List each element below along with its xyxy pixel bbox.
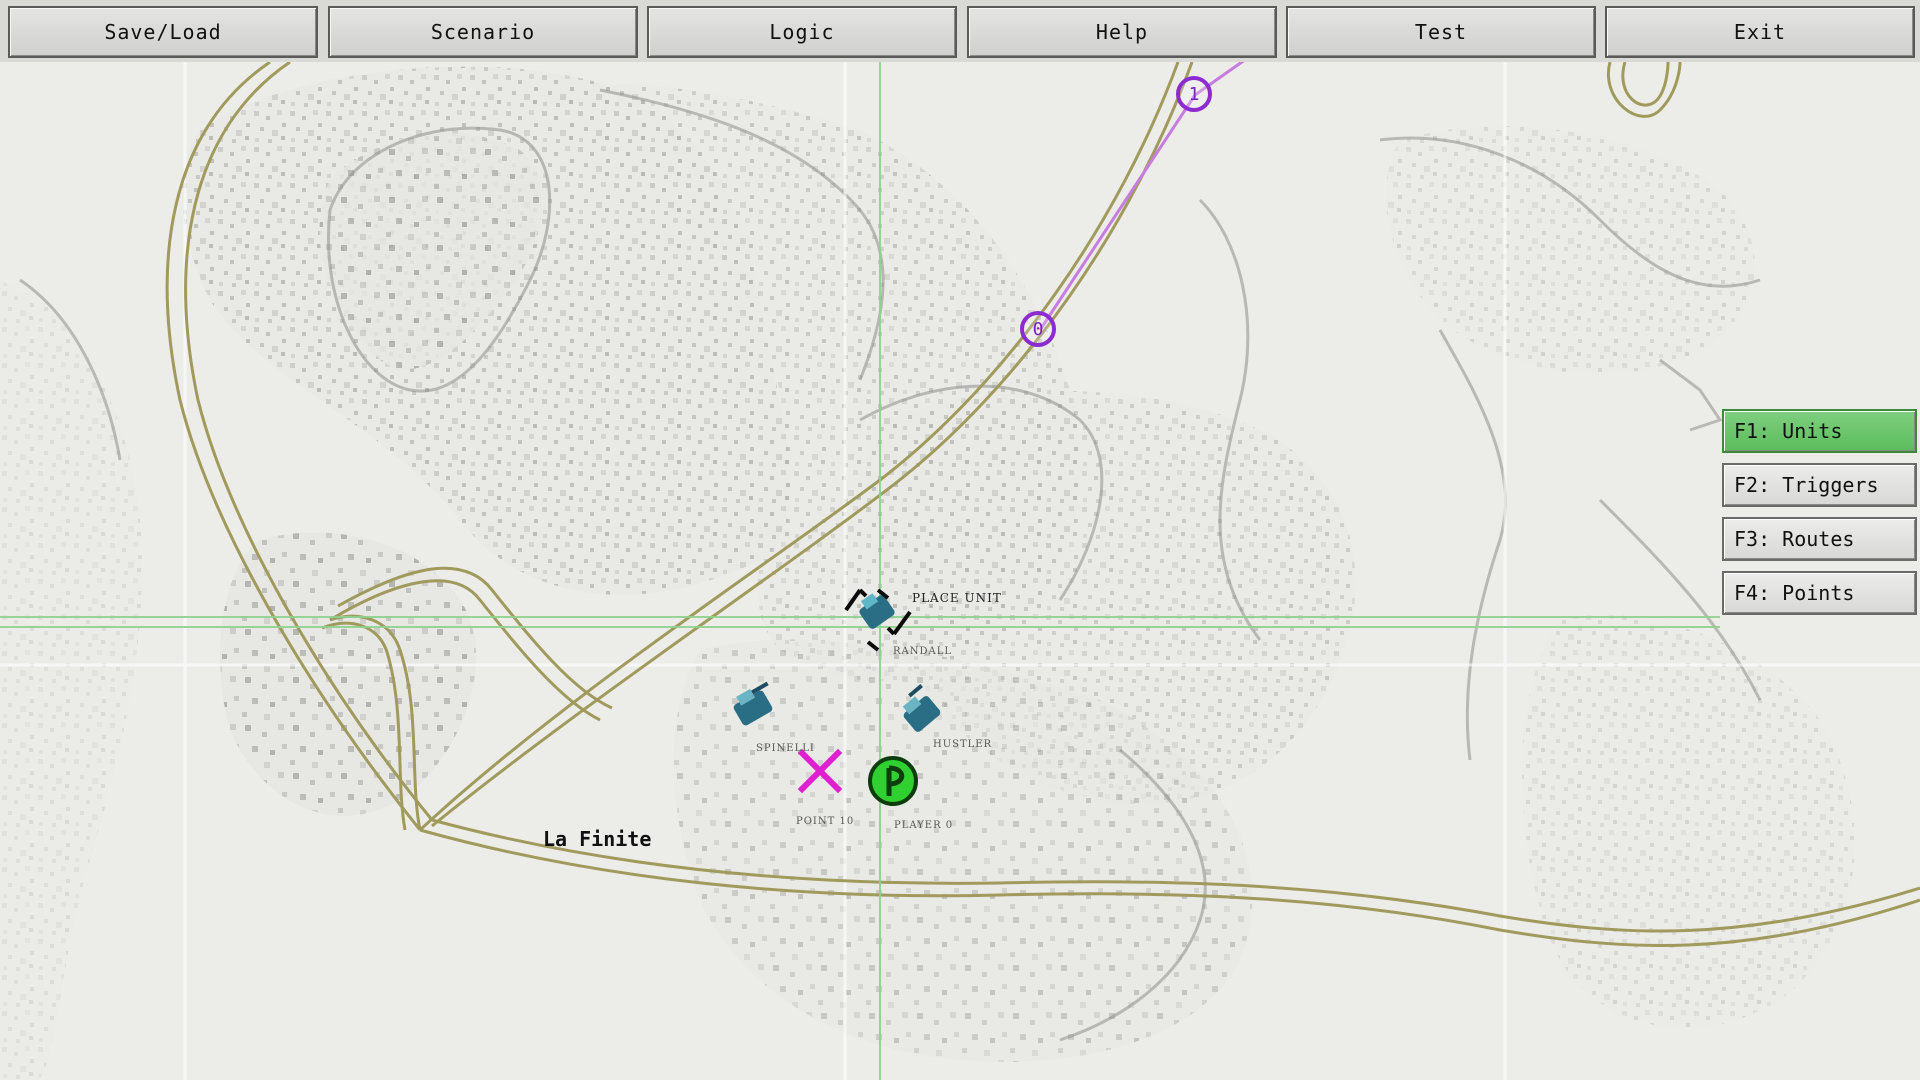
help-button[interactable]: Help [967,6,1277,58]
cursor-place-unit-label: PLACE UNIT [912,591,1002,605]
town-label: La Finite [543,827,652,851]
player-name-label: PLAYER 0 [894,820,954,831]
waypoint-label: 1 [1188,83,1200,105]
waypoint-label: 0 [1032,318,1044,340]
map-canvas[interactable] [0,0,1920,1080]
exit-button[interactable]: Exit [1605,6,1915,58]
player-start-marker-icon[interactable] [868,756,918,806]
route-waypoint-0[interactable]: 0 [1020,311,1056,347]
logic-button[interactable]: Logic [647,6,957,58]
tab-units[interactable]: F1: Units [1722,409,1917,453]
tab-points[interactable]: F4: Points [1722,571,1917,615]
scenario-button[interactable]: Scenario [328,6,638,58]
point-name-label: POINT 10 [796,816,855,827]
tab-triggers[interactable]: F2: Triggers [1722,463,1917,507]
unit-name-label: RANDALL [893,646,953,657]
test-button[interactable]: Test [1286,6,1596,58]
tab-routes[interactable]: F3: Routes [1722,517,1917,561]
top-toolbar: Save/Load Scenario Logic Help Test Exit [0,0,1920,62]
unit-name-label: HUSTLER [933,739,993,750]
route-waypoint-1[interactable]: 1 [1176,76,1212,112]
unit-name-label: SPINELLI [756,743,815,754]
save-load-button[interactable]: Save/Load [8,6,318,58]
